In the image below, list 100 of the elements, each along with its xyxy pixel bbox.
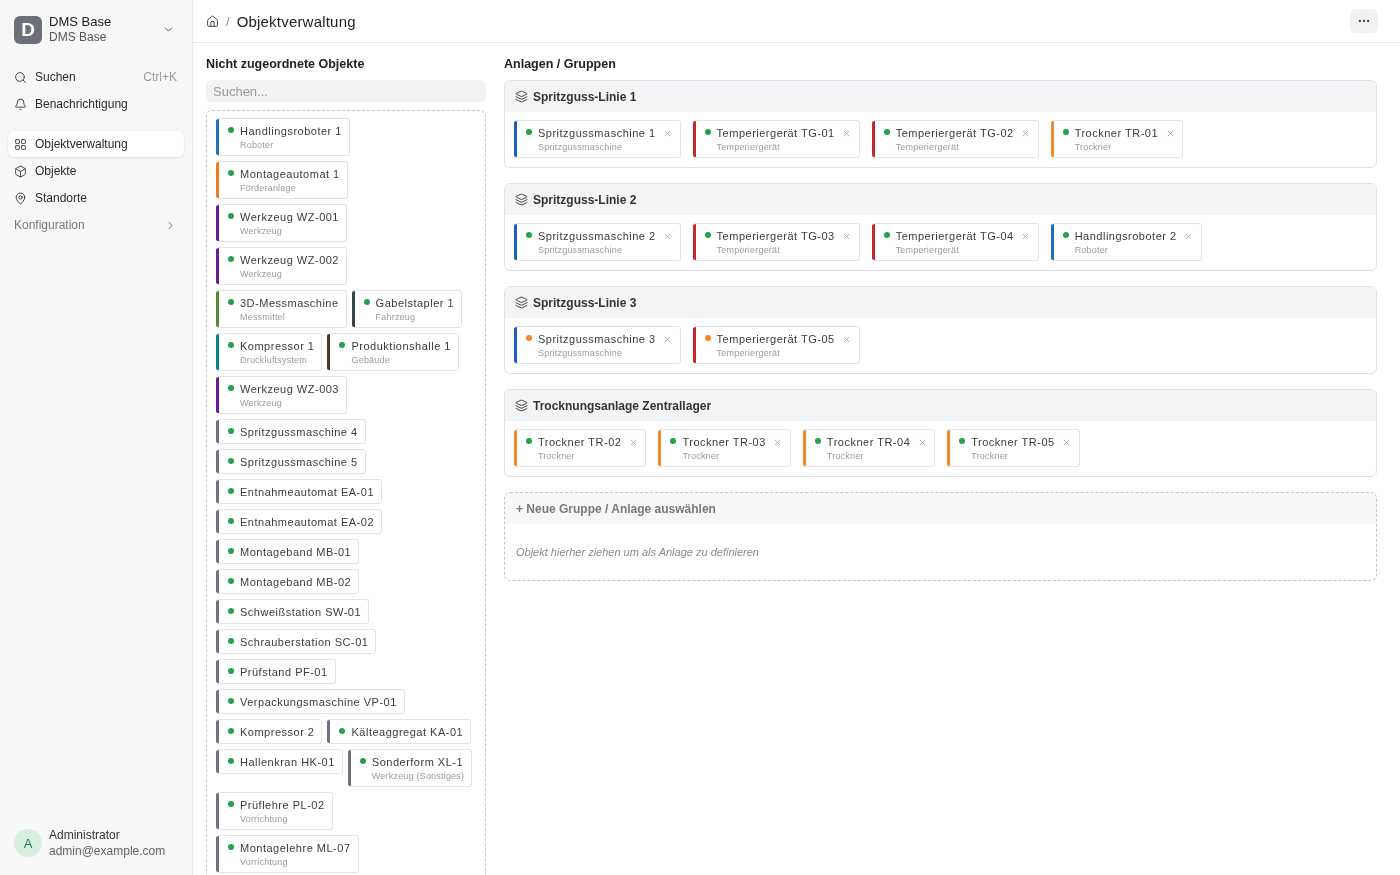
object-type: Temperiergerät	[715, 348, 781, 359]
sidebar-action[interactable]: Benachrichtigung	[8, 91, 184, 117]
close-icon	[773, 437, 783, 447]
object-card[interactable]: Kompressor 2	[216, 719, 323, 744]
close-icon	[1021, 231, 1031, 241]
search-icon	[14, 70, 27, 84]
object-card[interactable]: Werkzeug WZ-003 Werkzeug	[216, 376, 347, 414]
object-name: Spritzgussmaschine 4	[240, 425, 358, 439]
remove-button[interactable]	[628, 437, 639, 447]
bell-icon	[14, 97, 27, 111]
object-type: Spritzgussmaschine	[537, 142, 624, 153]
remove-button[interactable]	[1020, 128, 1031, 138]
object-card[interactable]: Handlingsroboter 1 Roboter	[216, 118, 350, 156]
object-name: Spritzgussmaschine 2	[538, 229, 656, 243]
object-card[interactable]: Handlingsroboter 2 Roboter	[1050, 223, 1202, 261]
object-name: Gabelstapler 1	[375, 296, 455, 310]
close-icon	[1165, 128, 1175, 138]
remove-button[interactable]	[1061, 437, 1072, 447]
object-name: Montageautomat 1	[240, 167, 340, 181]
new-group-dropzone[interactable]: + Neue Gruppe / Anlage auswählen Objekt hierher ziehen um als Anlage zu definieren	[504, 492, 1377, 581]
object-type: Förderanlage	[239, 183, 297, 194]
object-card[interactable]: Spritzgussmaschine 4	[216, 419, 366, 444]
object-card[interactable]: Montageband MB-02	[216, 569, 360, 594]
object-card[interactable]: Entnahmeautomat EA-01	[216, 479, 383, 504]
object-card[interactable]: Montageband MB-01	[216, 539, 360, 564]
object-card[interactable]: Werkzeug WZ-001 Werkzeug	[216, 204, 347, 242]
object-card[interactable]: Temperiergerät TG-03 Temperiergerät	[692, 223, 860, 261]
object-card[interactable]: Spritzgussmaschine 1 Spritzgussmaschine	[514, 120, 681, 158]
object-card[interactable]: Trockner TR-02 Trockner	[514, 429, 647, 467]
object-card[interactable]: Temperiergerät TG-01 Temperiergerät	[692, 120, 860, 158]
object-card[interactable]: 3D-Messmaschine Messmittel	[216, 290, 347, 328]
object-card[interactable]: Prüfstand PF-01	[216, 659, 336, 684]
shortcut-label: Ctrl+K	[143, 70, 177, 84]
remove-button[interactable]	[841, 334, 852, 344]
close-icon	[628, 437, 638, 447]
object-card[interactable]: Produktionshalle 1 Gebäude	[327, 333, 459, 371]
close-icon	[663, 128, 673, 138]
remove-button[interactable]	[662, 128, 673, 138]
home-icon[interactable]	[206, 14, 219, 28]
object-card[interactable]: Hallenkran HK-01	[216, 749, 343, 774]
object-card[interactable]: Werkzeug WZ-002 Werkzeug	[216, 247, 347, 285]
section-toggle[interactable]: Konfiguration	[8, 212, 184, 238]
sidebar-action[interactable]: Suchen Ctrl+K	[8, 64, 184, 90]
object-card[interactable]: Trockner TR-05 Trockner	[947, 429, 1080, 467]
object-card[interactable]: Temperiergerät TG-02 Temperiergerät	[871, 120, 1039, 158]
group-title: Spritzguss-Linie 1	[533, 89, 637, 104]
remove-button[interactable]	[1183, 231, 1194, 241]
remove-button[interactable]	[1020, 231, 1031, 241]
object-name: Hallenkran HK-01	[240, 755, 335, 769]
object-name: Temperiergerät TG-03	[716, 229, 835, 243]
object-type: Temperiergerät	[715, 142, 781, 153]
layers-icon	[515, 90, 528, 103]
object-card[interactable]: Kälteaggregat KA-01	[327, 719, 472, 744]
remove-button[interactable]	[772, 437, 783, 447]
nav-item[interactable]: Objektverwaltung	[8, 131, 184, 157]
object-card[interactable]: Temperiergerät TG-04 Temperiergerät	[871, 223, 1039, 261]
object-card[interactable]: Entnahmeautomat EA-02	[216, 509, 383, 534]
object-card[interactable]: Kompressor 1 Druckluftsystem	[216, 333, 323, 371]
object-type: Druckluftsystem	[239, 355, 308, 366]
search-field[interactable]: Suchen...	[206, 80, 486, 102]
remove-button[interactable]	[1165, 128, 1176, 138]
layers-icon	[515, 296, 528, 309]
object-card[interactable]: Spritzgussmaschine 2 Spritzgussmaschine	[514, 223, 681, 261]
object-name: Trockner TR-04	[826, 435, 911, 449]
more-button[interactable]	[1350, 9, 1378, 33]
object-card[interactable]: Spritzgussmaschine 3 Spritzgussmaschine	[514, 326, 681, 364]
object-name: Kompressor 2	[240, 725, 315, 739]
object-card[interactable]: Trockner TR-01 Trockner	[1050, 120, 1184, 158]
object-name: Prüflehre PL-02	[240, 798, 325, 812]
object-card[interactable]: Spritzgussmaschine 5	[216, 449, 366, 474]
object-name: Handlingsroboter 1	[240, 124, 342, 138]
object-card[interactable]: Prüflehre PL-02 Vorrichtung	[216, 792, 333, 830]
close-icon	[1021, 128, 1031, 138]
object-card[interactable]: Temperiergerät TG-05 Temperiergerät	[692, 326, 860, 364]
object-card[interactable]: Montageautomat 1 Förderanlage	[216, 161, 348, 199]
object-card[interactable]: Sonderform XL-1 Werkzeug (Sonstiges)	[347, 749, 473, 787]
object-card[interactable]: Trockner TR-03 Trockner	[658, 429, 791, 467]
object-type: Temperiergerät	[894, 245, 960, 256]
object-card[interactable]: Gabelstapler 1 Fahrzeug	[351, 290, 463, 328]
nav-item[interactable]: Objekte	[8, 158, 184, 184]
remove-button[interactable]	[841, 128, 852, 138]
grid-icon	[14, 137, 27, 151]
user-email: admin@example.com	[49, 843, 167, 859]
object-card[interactable]: Montagelehre ML-07 Vorrichtung	[216, 835, 359, 873]
close-icon	[663, 334, 673, 344]
object-card[interactable]: Verpackungsmaschine VP-01	[216, 689, 405, 714]
remove-button[interactable]	[841, 231, 852, 241]
nav-item[interactable]: Standorte	[8, 185, 184, 211]
object-name: Temperiergerät TG-01	[716, 126, 835, 140]
object-type: Trockner	[825, 451, 865, 462]
section-title: Nicht zugeordnete Objekte	[206, 56, 366, 72]
object-card[interactable]: Trockner TR-04 Trockner	[802, 429, 936, 467]
object-card[interactable]: Schweißstation SW-01	[216, 599, 370, 624]
group-title: Spritzguss-Linie 3	[533, 295, 637, 310]
object-type: Gebäude	[350, 355, 391, 366]
remove-button[interactable]	[917, 437, 928, 447]
object-card[interactable]: Schrauberstation SC-01	[216, 629, 377, 654]
remove-button[interactable]	[662, 231, 673, 241]
remove-button[interactable]	[662, 334, 673, 344]
object-type: Werkzeug	[239, 398, 283, 409]
